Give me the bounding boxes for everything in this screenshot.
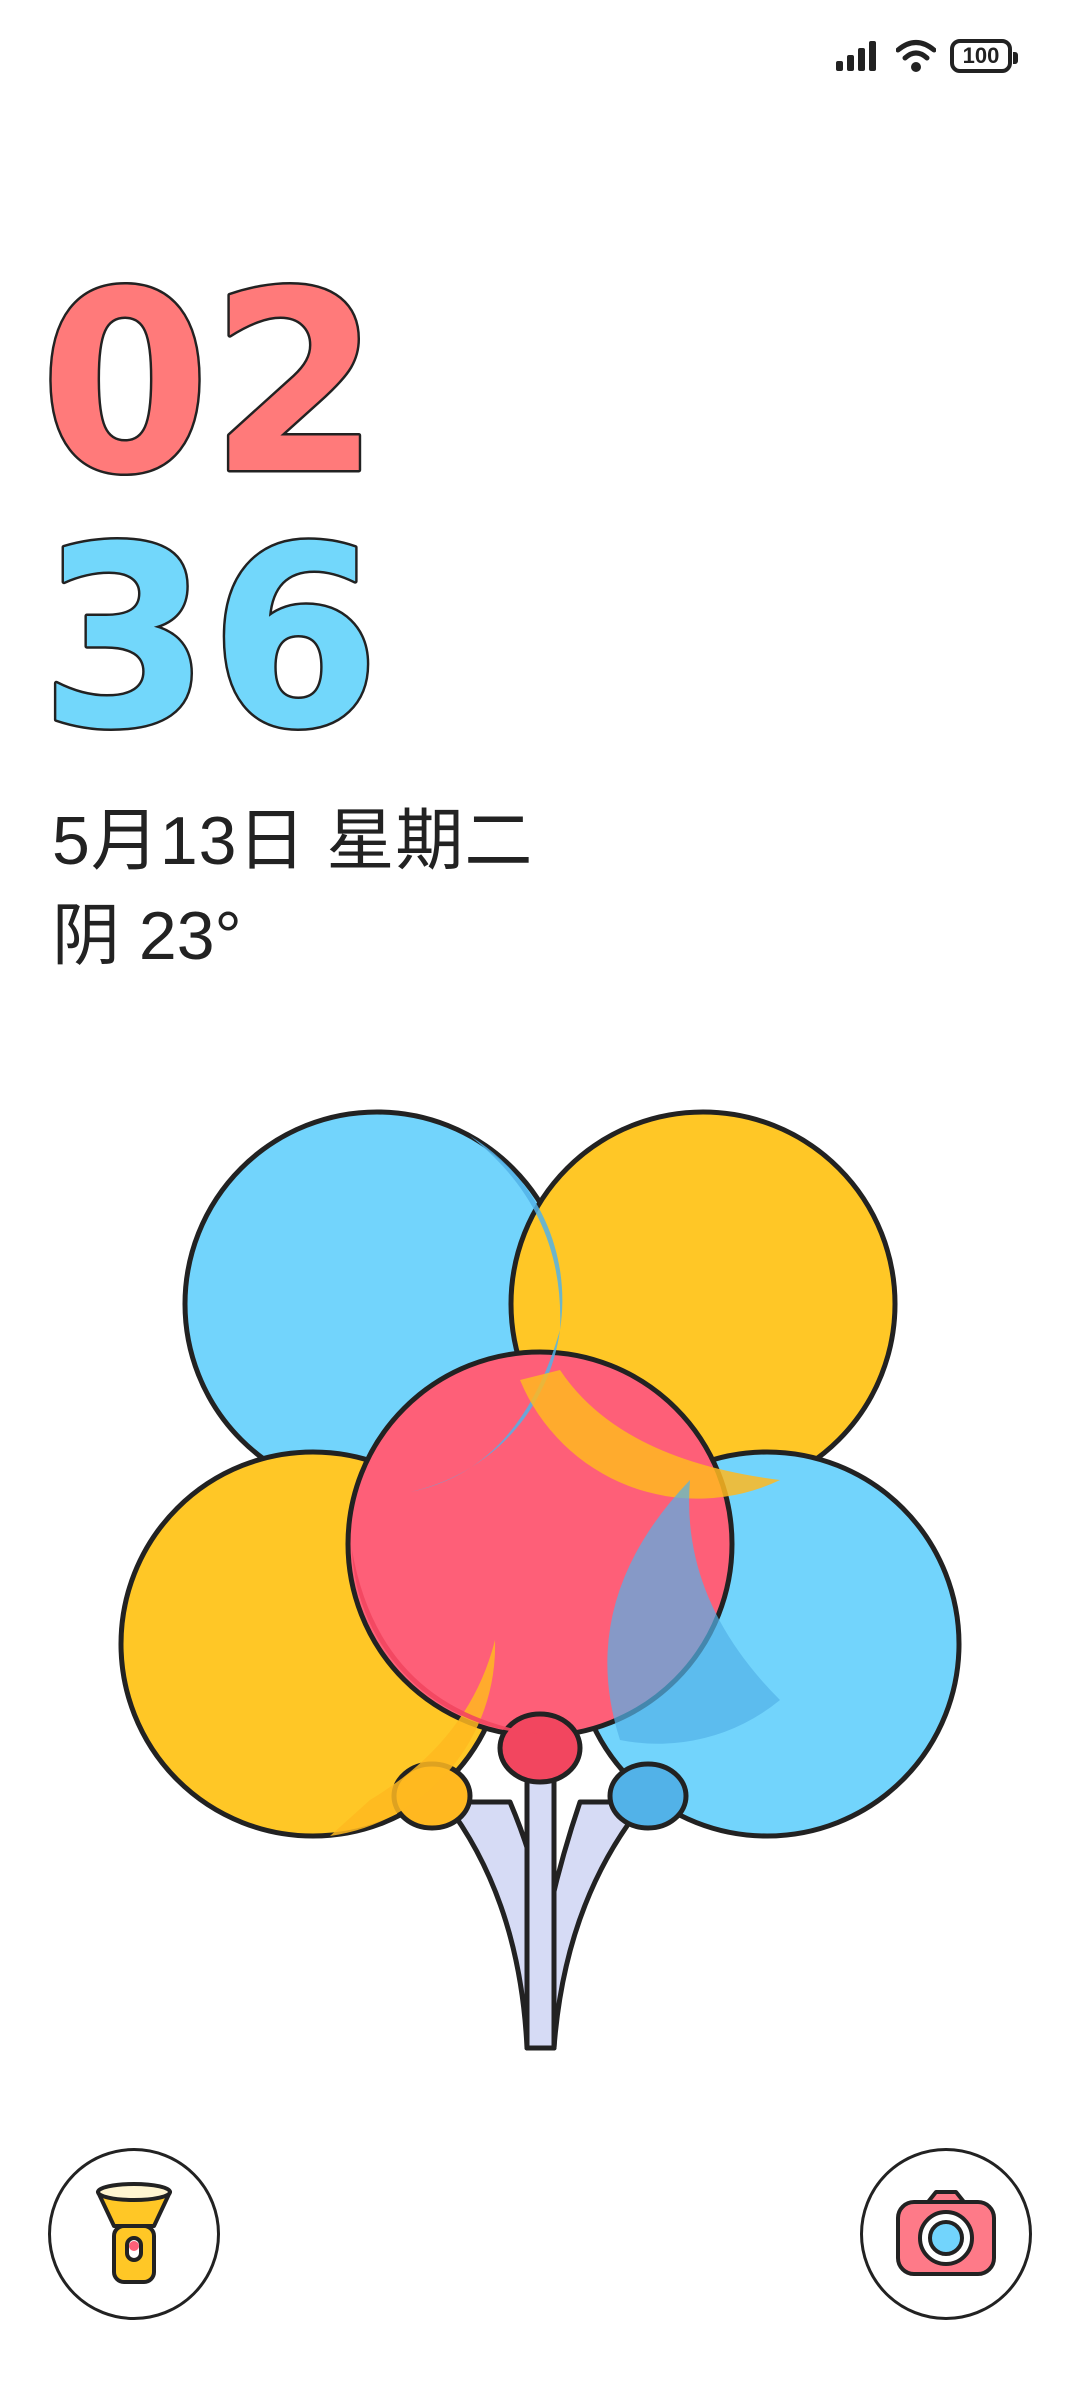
date-text: 5月13日 星期二 — [52, 803, 534, 879]
cellular-signal-icon — [836, 41, 876, 71]
status-bar: 100 — [834, 30, 1018, 82]
wifi-icon — [896, 40, 936, 72]
lock-clock: .bub { font-family:"DejaVu Sans",sans-se… — [40, 255, 383, 755]
clock-hours: 02 — [40, 255, 380, 529]
weather-text: 阴 23° — [52, 898, 242, 974]
camera-button[interactable] — [860, 2148, 1032, 2320]
clock-minutes: 36 — [40, 493, 380, 755]
flashlight-icon — [96, 2182, 172, 2284]
balloon-knot — [497, 1711, 583, 1785]
balloon-string — [524, 1772, 557, 2051]
balloons-illustration — [118, 1109, 962, 2051]
camera-icon — [896, 2190, 996, 2276]
battery-level: 100 — [962, 43, 1000, 68]
battery-indicator: 100 — [950, 39, 1018, 73]
flashlight-button[interactable] — [48, 2148, 220, 2320]
balloon-knot — [607, 1761, 689, 1831]
